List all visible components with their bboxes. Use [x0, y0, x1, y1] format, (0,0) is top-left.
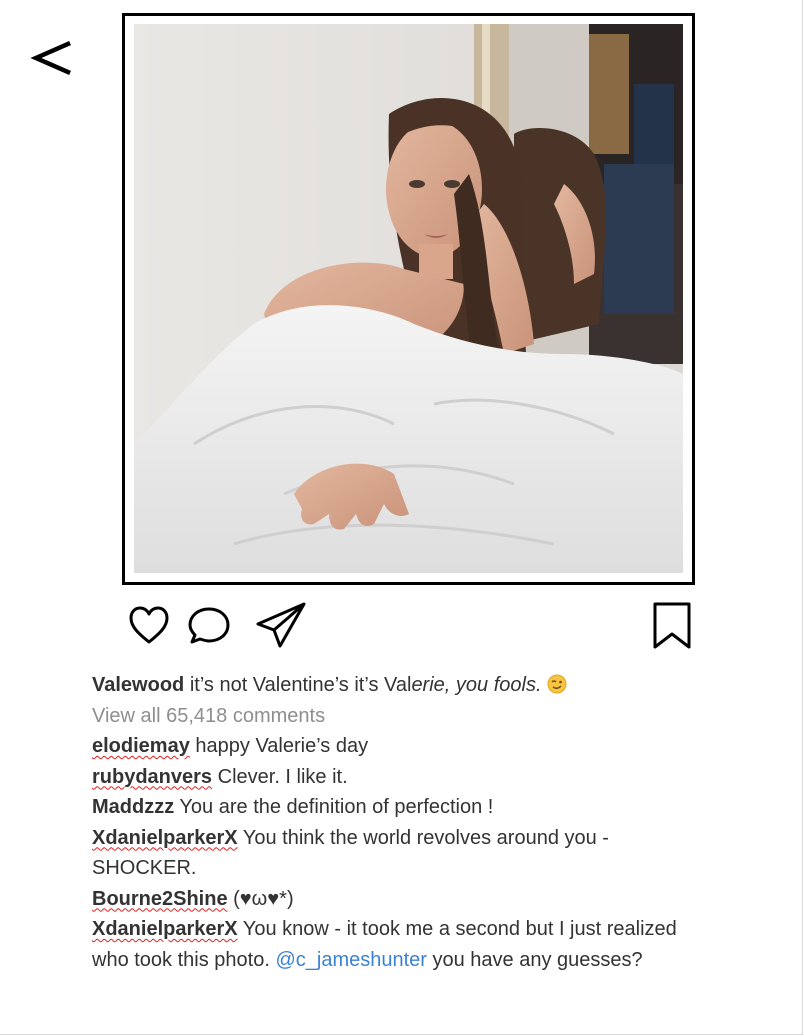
comment-text-after: you have any guesses? — [432, 948, 643, 971]
comment-text: happy Valerie’s day — [195, 735, 369, 757]
comment-username[interactable]: rubydanvers — [92, 766, 212, 788]
comment-item: Bourne2Shine (♥ω♥*) — [92, 884, 692, 915]
comment-text: (♥ω♥*) — [233, 887, 294, 910]
comment-item: rubydanvers Clever. I like it. — [92, 762, 692, 793]
comment-item: XdanielparkerX You think the world revol… — [92, 823, 692, 884]
bookmark-icon[interactable] — [650, 601, 694, 651]
post-caption: Valewood it’s not Valentine’s it’s Valer… — [92, 670, 692, 701]
comment-item: Maddzzz You are the definition of perfec… — [92, 792, 692, 823]
comment-username[interactable]: Maddzzz — [92, 796, 174, 818]
comment-username[interactable]: XdanielparkerX — [92, 918, 238, 940]
comment-username[interactable]: elodiemay — [92, 735, 190, 757]
comment-username[interactable]: XdanielparkerX — [92, 827, 238, 849]
comment-username[interactable]: Bourne2Shine — [92, 888, 228, 910]
post-action-bar — [126, 600, 696, 652]
back-chevron-icon — [30, 41, 71, 75]
heart-icon[interactable] — [126, 604, 172, 648]
comment-item: elodiemay happy Valerie’s day — [92, 731, 692, 762]
comment-item: XdanielparkerX You know - it took me a s… — [92, 914, 692, 975]
wink-emoji-icon — [547, 674, 567, 694]
caption-text: it’s not Valentine’s it’s Val — [189, 674, 412, 696]
photo-illustration — [134, 24, 683, 573]
comment-text: You are the definition of perfection ! — [179, 796, 494, 818]
mention-link[interactable]: @c_jameshunter — [275, 949, 426, 971]
post-photo-frame — [122, 13, 695, 585]
caption-username[interactable]: Valewood — [92, 674, 184, 696]
post-photo[interactable] — [134, 24, 683, 573]
view-all-comments-link[interactable]: View all 65,418 comments — [92, 701, 692, 732]
comment-icon[interactable] — [185, 604, 233, 648]
caption-text-italic: erie, you fools. — [411, 674, 542, 696]
comments-section: Valewood it’s not Valentine’s it’s Valer… — [92, 670, 692, 975]
send-icon[interactable] — [254, 600, 308, 650]
back-button[interactable] — [28, 34, 78, 88]
comment-text: Clever. I like it. — [217, 765, 348, 788]
